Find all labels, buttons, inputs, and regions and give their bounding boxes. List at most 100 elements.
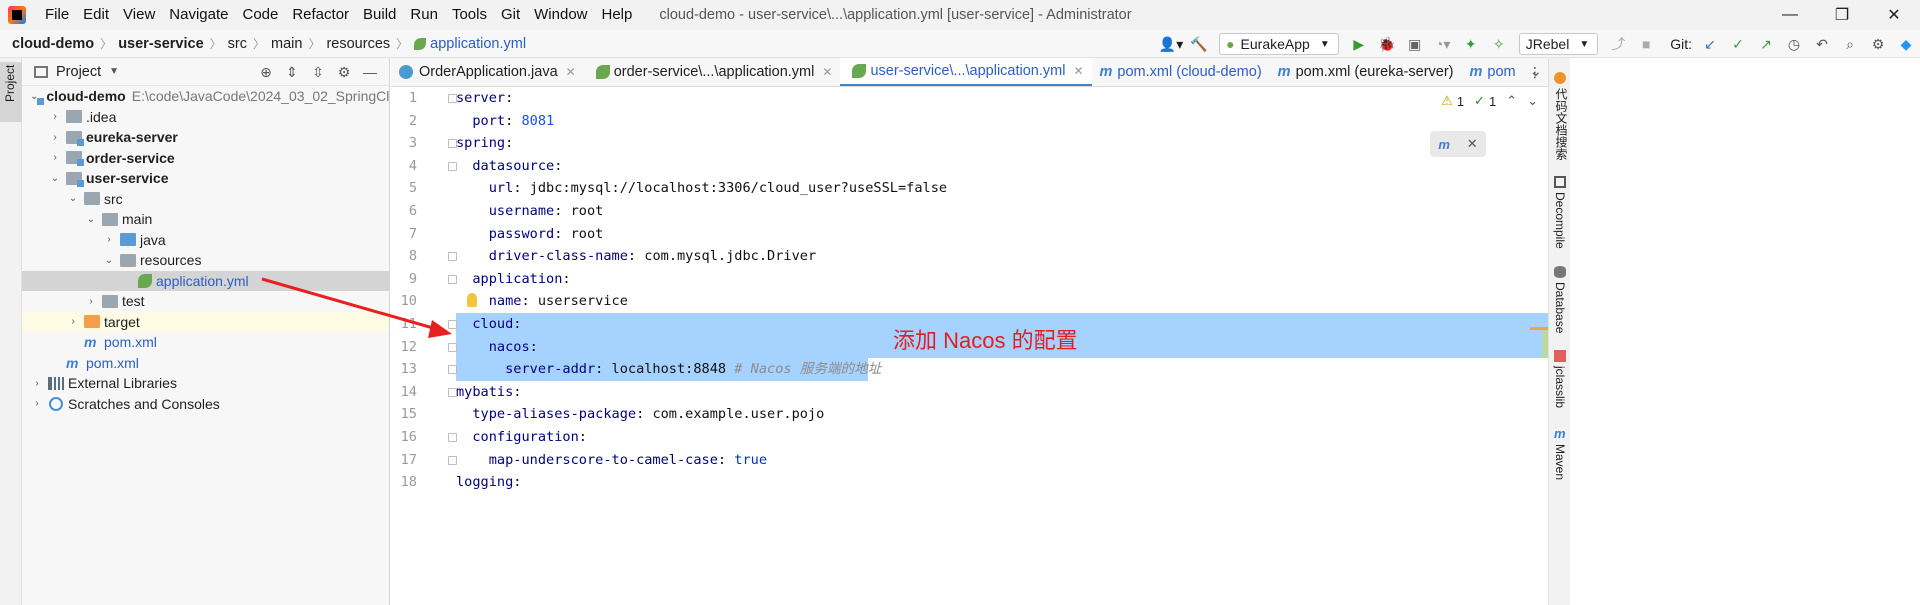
- tab-order-application-java[interactable]: OrderApplication.java ✕: [391, 58, 584, 86]
- git-update-icon[interactable]: ↙: [1697, 33, 1723, 55]
- profile-icon[interactable]: ◔▾: [1430, 33, 1456, 55]
- fold-marker-icon[interactable]: [448, 342, 457, 352]
- close-tab-icon[interactable]: ✕: [566, 65, 576, 79]
- breadcrumb-item[interactable]: user-service: [118, 36, 203, 52]
- menu-help[interactable]: Help: [595, 0, 640, 30]
- more-tabs-icon[interactable]: ⋮: [1528, 64, 1542, 81]
- settings-gear-icon[interactable]: ⚙: [1865, 33, 1891, 55]
- tree-node[interactable]: ⌄ user-service: [22, 168, 389, 189]
- menu-code[interactable]: Code: [235, 0, 285, 30]
- check-icon[interactable]: ✓: [1474, 93, 1485, 109]
- chevron-right-icon[interactable]: ›: [48, 111, 62, 122]
- tree-node[interactable]: › .idea: [22, 107, 389, 128]
- breadcrumb-item[interactable]: main: [271, 36, 302, 52]
- options-gear-icon[interactable]: ⚙: [331, 62, 357, 82]
- tree-node[interactable]: ⌄ src: [22, 189, 389, 210]
- plugin-logo-icon[interactable]: ◆: [1893, 33, 1919, 55]
- chevron-right-icon[interactable]: ›: [30, 398, 44, 409]
- chevron-down-icon[interactable]: ⌄: [84, 214, 98, 225]
- code-line[interactable]: 18 logging:: [391, 471, 1548, 494]
- chevron-right-icon[interactable]: ›: [66, 316, 80, 327]
- chevron-down-icon[interactable]: ⌄: [1527, 93, 1538, 109]
- hide-panel-icon[interactable]: —: [357, 62, 383, 82]
- tree-node[interactable]: ⌄ resources: [22, 250, 389, 271]
- close-icon[interactable]: ✕: [1467, 136, 1478, 152]
- chevron-right-icon[interactable]: ›: [48, 152, 62, 163]
- tab-pom-cloud-demo[interactable]: m pom.xml (cloud-demo): [1092, 58, 1270, 86]
- coverage-icon[interactable]: ▣: [1402, 33, 1428, 55]
- breadcrumb-item[interactable]: src: [228, 36, 247, 52]
- menu-git[interactable]: Git: [494, 0, 527, 30]
- tab-user-service-application-yml[interactable]: user-service\...\application.yml ✕: [840, 58, 1092, 86]
- jrebel-run-icon[interactable]: ✦: [1458, 33, 1484, 55]
- menu-navigate[interactable]: Navigate: [162, 0, 235, 30]
- code-line[interactable]: 1 server:: [391, 87, 1548, 110]
- code-line[interactable]: 9 application:: [391, 268, 1548, 291]
- breadcrumb-item[interactable]: cloud-demo: [12, 36, 94, 52]
- tree-node[interactable]: › eureka-server: [22, 127, 389, 148]
- fold-marker-icon[interactable]: [448, 365, 457, 375]
- chevron-right-icon[interactable]: ›: [84, 296, 98, 307]
- tool-tab-jclasslib[interactable]: jclasslib: [1553, 366, 1567, 408]
- jrebel-debug-icon[interactable]: ✧: [1486, 33, 1512, 55]
- fold-marker-icon[interactable]: [448, 455, 457, 465]
- expand-all-icon[interactable]: ⇕: [279, 62, 305, 82]
- rollback-icon[interactable]: ↶: [1809, 33, 1835, 55]
- fold-marker-icon[interactable]: [448, 274, 457, 284]
- code-line[interactable]: 7 password: root: [391, 223, 1548, 246]
- code-line[interactable]: 16 configuration:: [391, 426, 1548, 449]
- user-icon[interactable]: 👤▾: [1158, 33, 1184, 55]
- menu-window[interactable]: Window: [527, 0, 594, 30]
- warning-marker[interactable]: [1530, 327, 1548, 330]
- code-line[interactable]: 10 name: userservice: [391, 290, 1548, 313]
- tree-node-selected[interactable]: application.yml: [22, 270, 389, 291]
- tool-tab-maven[interactable]: Maven: [1553, 444, 1567, 480]
- close-button[interactable]: ✕: [1868, 0, 1920, 30]
- debug-icon[interactable]: 🐞: [1374, 33, 1400, 55]
- git-push-icon[interactable]: ↗: [1753, 33, 1779, 55]
- menu-refactor[interactable]: Refactor: [285, 0, 356, 30]
- tab-pom-eureka-server[interactable]: m pom.xml (eureka-server): [1270, 58, 1462, 86]
- project-tool-tab[interactable]: Project: [0, 62, 22, 122]
- tree-node[interactable]: › target: [22, 311, 389, 332]
- fold-marker-icon[interactable]: [448, 94, 457, 103]
- code-line[interactable]: 6 username: root: [391, 200, 1548, 223]
- tab-order-service-application-yml[interactable]: order-service\...\application.yml ✕: [584, 58, 841, 86]
- chevron-right-icon[interactable]: ›: [102, 234, 116, 245]
- code-editor[interactable]: 1 server: 2 port: 8081 3 spring: 4 datasource…: [391, 87, 1548, 605]
- restore-button[interactable]: ❐: [1816, 0, 1868, 30]
- code-line[interactable]: 8 driver-class-name: com.mysql.jdbc.Driv…: [391, 245, 1548, 268]
- menu-file[interactable]: File: [38, 0, 76, 30]
- run-icon[interactable]: ▶: [1346, 33, 1372, 55]
- menu-view[interactable]: View: [116, 0, 162, 30]
- tree-node[interactable]: m pom.xml: [22, 353, 389, 374]
- tree-node-root[interactable]: ⌄ cloud-demo E:\code\JavaCode\2024_03_02…: [22, 86, 389, 107]
- menu-run[interactable]: Run: [403, 0, 445, 30]
- fold-marker-icon[interactable]: [448, 252, 457, 262]
- collapse-all-icon[interactable]: ⇳: [305, 62, 331, 82]
- close-tab-icon[interactable]: ✕: [822, 65, 832, 79]
- tree-node[interactable]: › order-service: [22, 148, 389, 169]
- chevron-right-icon[interactable]: ›: [30, 378, 44, 389]
- chevron-down-icon[interactable]: ⌄: [66, 193, 80, 204]
- tree-node[interactable]: m pom.xml: [22, 332, 389, 353]
- intention-bulb-icon[interactable]: [467, 293, 477, 308]
- close-tab-icon[interactable]: ✕: [1073, 64, 1083, 78]
- menu-tools[interactable]: Tools: [445, 0, 494, 30]
- fold-marker-icon[interactable]: [448, 161, 457, 171]
- build-hammer-icon[interactable]: 🔨: [1186, 33, 1212, 55]
- chevron-down-icon[interactable]: ⌄: [48, 173, 62, 184]
- maven-reload-icon[interactable]: m: [1438, 137, 1450, 152]
- attach-icon[interactable]: ⤴: [1605, 33, 1631, 55]
- git-commit-icon[interactable]: ✓: [1725, 33, 1751, 55]
- code-line[interactable]: 5 url: jdbc:mysql://localhost:3306/cloud…: [391, 177, 1548, 200]
- project-panel-title[interactable]: Project: [56, 64, 101, 80]
- code-line[interactable]: 17 map-underscore-to-camel-case: true: [391, 449, 1548, 472]
- menu-build[interactable]: Build: [356, 0, 403, 30]
- code-line[interactable]: 4 datasource:: [391, 155, 1548, 178]
- fold-marker-icon[interactable]: [448, 387, 457, 397]
- code-line[interactable]: 15 type-aliases-package: com.example.use…: [391, 403, 1548, 426]
- code-line[interactable]: 3 spring:: [391, 132, 1548, 155]
- tree-node[interactable]: › test: [22, 291, 389, 312]
- history-icon[interactable]: ◷: [1781, 33, 1807, 55]
